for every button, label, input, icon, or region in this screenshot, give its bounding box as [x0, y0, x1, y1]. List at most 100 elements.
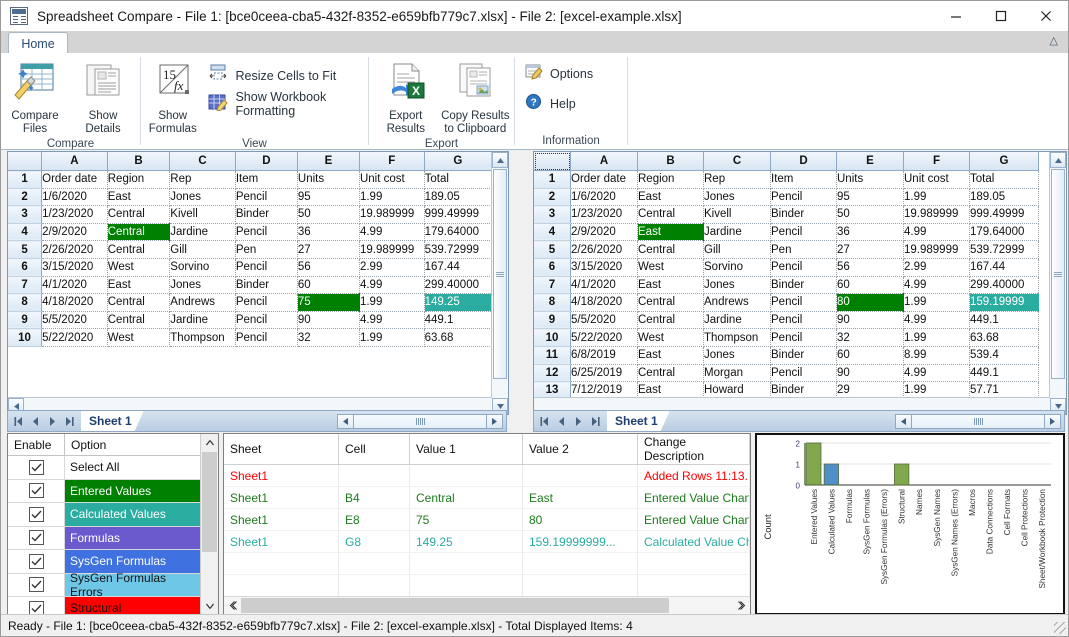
row-header-5[interactable]: 5 [8, 241, 42, 259]
grid-cell[interactable]: Central [107, 206, 170, 224]
grid-cell[interactable]: Pen [235, 241, 297, 259]
grid-row[interactable]: 31/23/2020CentralKivellBinder5019.989999… [534, 206, 1039, 224]
copy-results-to-clipboard-button[interactable]: Copy Resultsto Clipboard [437, 58, 514, 136]
grid-cell[interactable]: 1.99 [904, 188, 970, 206]
grid-cell[interactable]: Pencil [235, 311, 297, 329]
option-row[interactable]: Structural [8, 597, 201, 614]
next-sheet-icon[interactable] [571, 414, 586, 429]
grid-cell[interactable]: 167.44 [424, 258, 491, 276]
results-scroll-track[interactable] [241, 598, 733, 613]
grid-cell[interactable]: Gill [704, 241, 771, 259]
grid-cell[interactable]: 50 [297, 206, 359, 224]
first-sheet-icon[interactable] [537, 414, 552, 429]
grid-cell[interactable]: 2/26/2020 [42, 241, 108, 259]
grid-cell[interactable]: 4/18/2020 [42, 294, 108, 312]
right-sheet-nav-buttons[interactable] [534, 414, 603, 429]
left-grid-vertical-scrollbar[interactable] [491, 152, 508, 414]
grid-cell[interactable]: 189.05 [424, 188, 491, 206]
grid-row[interactable]: 42/9/2020CentralJardinePencil364.99179.6… [8, 223, 492, 241]
grid-row[interactable]: 52/26/2020CentralGillPen2719.989999539.7… [8, 241, 492, 259]
results-scroll-left-button[interactable] [224, 597, 241, 614]
left-sheet-hscroll[interactable] [337, 414, 503, 429]
grid-cell[interactable]: Binder [771, 206, 837, 224]
grid-row[interactable]: 21/6/2020EastJonesPencil951.99189.05 [8, 188, 492, 206]
grid-row[interactable]: 74/1/2020EastJonesBinder604.99299.40000 [534, 276, 1039, 294]
option-checkbox[interactable] [29, 460, 44, 475]
grid-cell[interactable]: 2/26/2020 [571, 241, 638, 259]
grid-cell[interactable]: 19.989999 [904, 241, 970, 259]
grid-cell[interactable]: Jones [170, 188, 236, 206]
grid-cell[interactable]: Pencil [771, 258, 837, 276]
grid-row[interactable]: 74/1/2020EastJonesBinder604.99299.40000 [8, 276, 492, 294]
grid-cell[interactable]: 4.99 [359, 311, 424, 329]
grid-cell[interactable]: 449.1 [970, 364, 1039, 382]
row-header-7[interactable]: 7 [8, 276, 42, 294]
grid-cell[interactable]: Jones [704, 346, 771, 364]
grid-cell[interactable]: 75 [297, 294, 359, 312]
right-grid[interactable]: ABCDEFG1Order dateRegionRepItemUnitsUnit… [534, 152, 1039, 398]
grid-cell[interactable]: 90 [297, 311, 359, 329]
options-scroll-up-button[interactable] [201, 434, 218, 451]
resize-gripper-icon[interactable] [1054, 622, 1066, 634]
left-sheet-tabbar[interactable]: Sheet 1 [7, 410, 507, 432]
option-row[interactable]: Entered Values [8, 480, 201, 504]
sheet-scroll-left-button[interactable] [895, 414, 912, 429]
row-header-11[interactable]: 11 [534, 346, 571, 364]
grid-cell[interactable]: 8.99 [904, 346, 970, 364]
row-header-10[interactable]: 10 [8, 329, 42, 347]
grid-cell[interactable]: 449.1 [970, 311, 1039, 329]
grid-cell[interactable]: Central [638, 364, 704, 382]
column-header-d[interactable]: D [771, 152, 837, 171]
grid-row[interactable]: 31/23/2020CentralKivellBinder5019.989999… [8, 206, 492, 224]
grid-cell[interactable]: 50 [837, 206, 904, 224]
grid-cell[interactable]: 1.99 [904, 382, 970, 398]
grid-cell[interactable]: 1/6/2020 [42, 188, 108, 206]
option-checkbox[interactable] [29, 507, 44, 522]
row-header-3[interactable]: 3 [8, 206, 42, 224]
grid-cell[interactable]: 4/1/2020 [42, 276, 108, 294]
grid-cell[interactable]: East [638, 223, 704, 241]
show-details-button[interactable]: ShowDetails [69, 58, 137, 136]
grid-cell[interactable]: Central [638, 206, 704, 224]
grid-cell[interactable]: Pencil [235, 258, 297, 276]
grid-row[interactable]: 105/22/2020WestThompsonPencil321.9963.68 [8, 329, 492, 347]
row-header-8[interactable]: 8 [534, 294, 571, 312]
grid-cell[interactable]: Pen [771, 241, 837, 259]
grid-cell[interactable]: Pencil [235, 294, 297, 312]
grid-cell[interactable]: 1/23/2020 [42, 206, 108, 224]
last-sheet-icon[interactable] [588, 414, 603, 429]
grid-row[interactable]: 95/5/2020CentralJardinePencil904.99449.1 [8, 311, 492, 329]
grid-cell[interactable]: East [638, 346, 704, 364]
left-sheet-tab[interactable]: Sheet 1 [81, 411, 144, 431]
right-grid-scroll-thumb[interactable] [1051, 169, 1065, 379]
grid-cell[interactable]: East [638, 276, 704, 294]
grid-cell[interactable]: 27 [297, 241, 359, 259]
grid-cell[interactable]: 32 [837, 329, 904, 347]
grid-cell[interactable]: 167.44 [970, 258, 1039, 276]
options-button[interactable]: Options [525, 63, 593, 85]
results-scroll-thumb[interactable] [241, 598, 669, 613]
grid-cell[interactable]: Units [837, 171, 904, 189]
minimize-button[interactable] [933, 1, 978, 31]
grid-cell[interactable]: 19.989999 [904, 206, 970, 224]
grid-cell[interactable]: 32 [297, 329, 359, 347]
sheet-scroll-left-button[interactable] [337, 414, 354, 429]
grid-cell[interactable]: 80 [837, 294, 904, 312]
grid-cell[interactable]: West [107, 258, 170, 276]
grid-cell[interactable]: 449.1 [424, 311, 491, 329]
grid-cell[interactable]: Pencil [235, 223, 297, 241]
grid-cell[interactable]: 1.99 [359, 188, 424, 206]
grid-cell[interactable]: 57.71 [970, 382, 1039, 398]
row-header-1[interactable]: 1 [534, 171, 571, 189]
grid-cell[interactable]: Central [107, 311, 170, 329]
row-header-13[interactable]: 13 [534, 382, 571, 398]
results-row[interactable]: Sheet1Added Rows 11:13. [224, 465, 750, 487]
grid-cell[interactable]: 5/22/2020 [571, 329, 638, 347]
results-row[interactable]: Sheet1G8149.25159.19999999...Calculated … [224, 531, 750, 553]
grid-cell[interactable]: 90 [837, 311, 904, 329]
grid-cell[interactable]: Andrews [170, 294, 236, 312]
grid-cell[interactable]: West [638, 329, 704, 347]
option-checkbox[interactable] [29, 530, 44, 545]
grid-cell[interactable]: Binder [771, 382, 837, 398]
grid-cell[interactable]: 159.19999 [970, 294, 1039, 312]
